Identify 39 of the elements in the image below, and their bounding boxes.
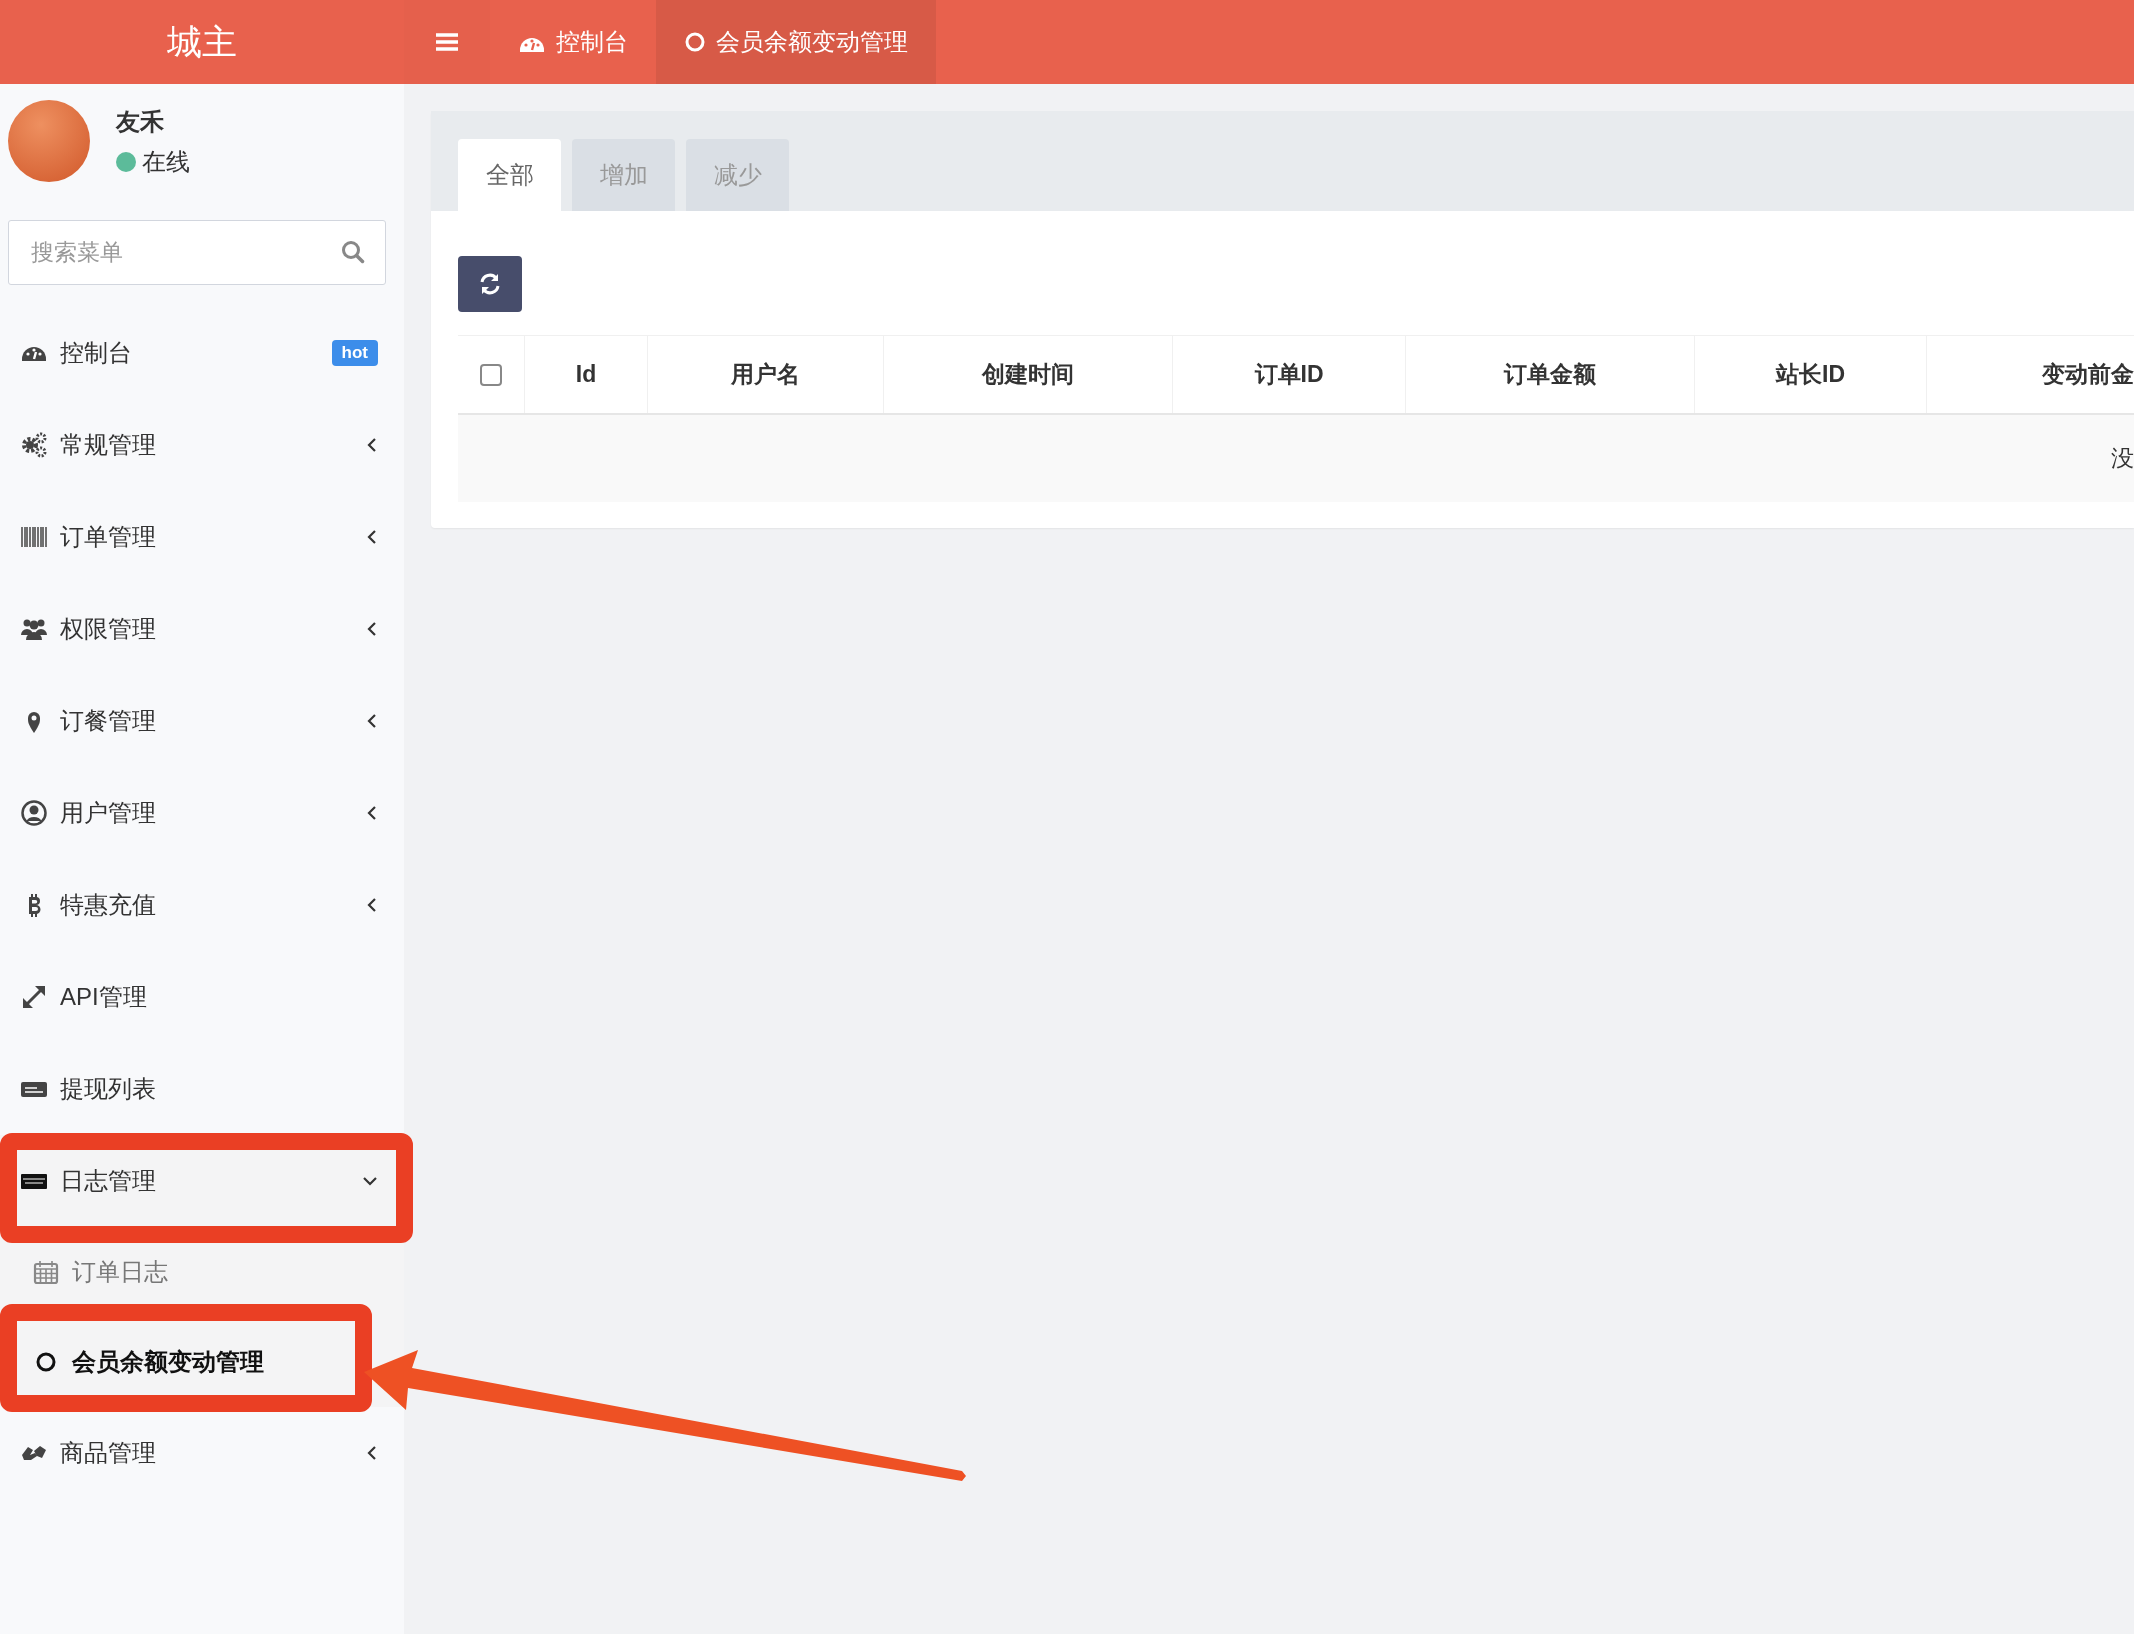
menu-icon xyxy=(435,32,459,52)
circle-icon xyxy=(684,31,706,53)
search-icon xyxy=(340,239,366,265)
user-circle-icon xyxy=(20,799,48,827)
gears-icon xyxy=(20,431,48,459)
refresh-icon xyxy=(478,272,502,296)
sidebar-item[interactable]: 商品管理 xyxy=(0,1407,404,1499)
submenu-item[interactable]: 会员余额变动管理 xyxy=(0,1317,362,1407)
column-header: Id xyxy=(524,336,647,413)
sidebar-item[interactable]: 日志管理 xyxy=(0,1135,404,1227)
column-header: 用户名 xyxy=(647,336,883,413)
column-header: 创建时间 xyxy=(883,336,1172,413)
checkbox[interactable] xyxy=(480,363,502,386)
empty-message: 没 xyxy=(2111,444,2134,473)
filter-tab[interactable]: 全部 xyxy=(458,139,561,211)
refresh-button[interactable] xyxy=(458,256,522,312)
sidebar-item[interactable]: 用户管理 xyxy=(0,767,404,859)
user-status: 在线 xyxy=(142,147,190,177)
column-header: 订单金额 xyxy=(1405,336,1694,413)
sidebar-item[interactable]: 提现列表 xyxy=(0,1043,404,1135)
menu-badge: hot xyxy=(331,340,378,366)
sidebar-item[interactable]: 特惠充值 xyxy=(0,859,404,951)
column-header: 变动前金 xyxy=(1926,336,2134,413)
user-name: 友禾 xyxy=(116,107,165,137)
sidebar-item[interactable]: 订餐管理 xyxy=(0,675,404,767)
sidebar-item[interactable]: API管理 xyxy=(0,951,404,1043)
sidebar-item[interactable]: 常规管理 xyxy=(0,399,404,491)
sidebar-item[interactable]: 控制台 hot xyxy=(0,307,404,399)
search-field[interactable]: 搜索菜单 xyxy=(8,220,386,285)
online-status-dot xyxy=(116,152,136,172)
submenu-item[interactable]: 订单日志 xyxy=(0,1227,362,1317)
column-header: 订单ID xyxy=(1172,336,1405,413)
calendar-icon xyxy=(32,1258,60,1286)
nav-tab[interactable]: 会员余额变动管理 xyxy=(656,0,936,84)
column-header: 站长ID xyxy=(1694,336,1926,413)
app-logo: 城主 xyxy=(166,20,238,63)
sidebar-item[interactable]: 权限管理 xyxy=(0,583,404,675)
sidebar-item[interactable]: 订单管理 xyxy=(0,491,404,583)
expand-arrows-icon xyxy=(20,983,48,1011)
